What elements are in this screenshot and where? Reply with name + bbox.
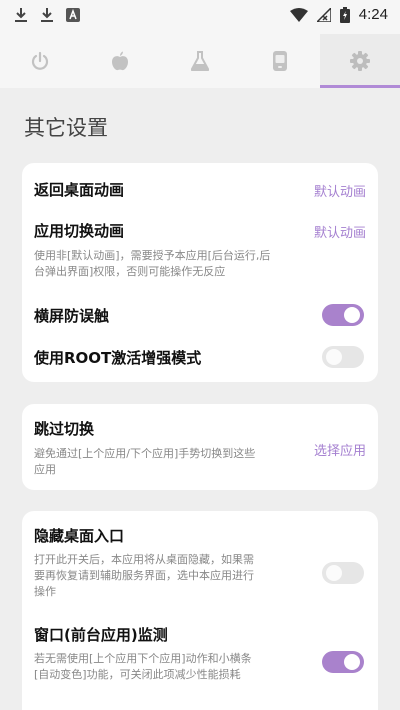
clock: 4:24 bbox=[358, 6, 388, 23]
tab-flask[interactable] bbox=[160, 34, 240, 88]
setting-back-home-animation[interactable]: 返回桌面动画 默认动画 bbox=[34, 175, 366, 203]
setting-landscape-protect: 横屏防误触 bbox=[34, 301, 366, 329]
download-icon bbox=[15, 8, 27, 22]
window-monitor-label: 窗口(前台应用)监测 bbox=[34, 626, 168, 644]
skip-switch-desc-line2: 应用 bbox=[34, 463, 56, 476]
hide-launcher-desc-line2: 要再恢复请到辅助服务界面，选中本应用进行 bbox=[34, 569, 254, 582]
status-bar: 4:24 bbox=[0, 0, 400, 34]
gear-icon bbox=[350, 51, 370, 71]
tab-power[interactable] bbox=[0, 34, 80, 88]
hide-launcher-label: 隐藏桌面入口 bbox=[34, 527, 125, 545]
no-signal-icon bbox=[316, 7, 331, 22]
toggle-knob bbox=[344, 307, 360, 323]
toggle-knob bbox=[326, 349, 342, 365]
root-mode-label: 使用ROOT激活增强模式 bbox=[34, 349, 202, 367]
app-switch-animation-desc-line2: 台弹出界面]权限，否则可能操作无反应 bbox=[34, 265, 226, 278]
setting-window-monitor: 窗口(前台应用)监测 若无需使用[上个应用下个应用]动作和小横条 [自动变色]功… bbox=[34, 620, 366, 690]
window-monitor-desc-line1: 若无需使用[上个应用下个应用]动作和小横条 bbox=[34, 652, 252, 665]
flask-icon bbox=[191, 51, 209, 71]
tab-phone[interactable] bbox=[240, 34, 320, 88]
battery-icon bbox=[339, 6, 350, 23]
page-title: 其它设置 bbox=[24, 116, 108, 140]
setting-app-switch-animation[interactable]: 应用切换动画 默认动画 使用非[默认动画]，需要授予本应用[后台运行,后 台弹出… bbox=[34, 216, 366, 286]
setting-skip-switch[interactable]: 跳过切换 选择应用 避免通过[上个应用/下个应用]手势切换到这些 应用 bbox=[34, 418, 366, 480]
phone-icon bbox=[273, 51, 287, 71]
hide-launcher-desc-line1: 打开此开关后，本应用将从桌面隐藏，如果需 bbox=[34, 553, 254, 566]
root-mode-toggle[interactable] bbox=[322, 346, 364, 368]
hide-launcher-toggle[interactable] bbox=[322, 562, 364, 584]
apple-icon bbox=[112, 51, 128, 71]
app-switch-animation-value[interactable]: 默认动画 bbox=[314, 222, 366, 241]
toggle-knob bbox=[326, 565, 342, 581]
power-icon bbox=[31, 51, 49, 70]
setting-root-mode: 使用ROOT激活增强模式 bbox=[34, 343, 366, 371]
wifi-icon bbox=[289, 7, 308, 22]
download-icon bbox=[41, 8, 53, 22]
settings-card-skip: 跳过切换 选择应用 避免通过[上个应用/下个应用]手势切换到这些 应用 bbox=[22, 404, 378, 490]
app-switch-animation-label: 应用切换动画 bbox=[34, 222, 125, 240]
app-notification-icon bbox=[66, 8, 80, 22]
landscape-protect-label: 横屏防误触 bbox=[34, 307, 110, 325]
settings-card-animation: 返回桌面动画 默认动画 应用切换动画 默认动画 使用非[默认动画]，需要授予本应… bbox=[22, 163, 378, 382]
hide-launcher-desc-line3: 操作 bbox=[34, 585, 56, 598]
setting-hide-launcher: 隐藏桌面入口 打开此开关后，本应用将从桌面隐藏，如果需 要再恢复请到辅助服务界面… bbox=[34, 525, 366, 605]
back-home-animation-label: 返回桌面动画 bbox=[34, 181, 125, 199]
window-monitor-toggle[interactable] bbox=[322, 651, 364, 673]
select-apps-button[interactable]: 选择应用 bbox=[314, 440, 366, 459]
skip-switch-label: 跳过切换 bbox=[34, 420, 95, 438]
tab-bar bbox=[0, 34, 400, 88]
app-switch-animation-desc-line1: 使用非[默认动画]，需要授予本应用[后台运行,后 bbox=[34, 249, 271, 262]
landscape-protect-toggle[interactable] bbox=[322, 304, 364, 326]
tab-apple[interactable] bbox=[80, 34, 160, 88]
settings-card-system: 隐藏桌面入口 打开此开关后，本应用将从桌面隐藏，如果需 要再恢复请到辅助服务界面… bbox=[22, 511, 378, 710]
back-home-animation-value[interactable]: 默认动画 bbox=[314, 181, 366, 200]
skip-switch-desc-line1: 避免通过[上个应用/下个应用]手势切换到这些 bbox=[34, 447, 256, 460]
toggle-knob bbox=[344, 654, 360, 670]
window-monitor-desc-line2: [自动变色]功能，可关闭此项减少性能损耗 bbox=[34, 668, 241, 681]
tab-settings[interactable] bbox=[320, 34, 400, 88]
